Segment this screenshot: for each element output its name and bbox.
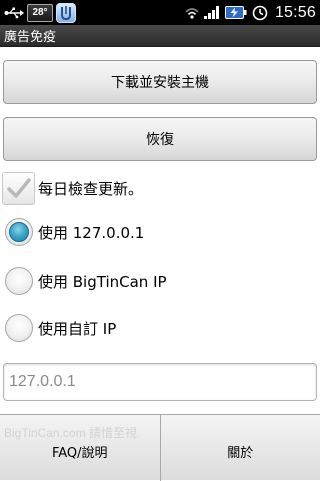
radio-option-custom-ip[interactable]: 使用自訂 IP [5,313,116,343]
status-bar-notifications: 28° [0,0,76,25]
about-button[interactable]: 關於 [161,415,320,481]
radio-button-bigtincan[interactable] [5,267,33,295]
custom-ip-input[interactable]: 127.0.0.1 [3,363,317,401]
battery-charging-icon [225,6,247,19]
daily-update-checkbox[interactable] [2,172,35,205]
app-title: 廣告免疫 [4,26,56,45]
restore-button[interactable]: 恢復 [3,117,317,161]
daily-update-checkbox-row[interactable]: 每日檢查更新。 [2,171,143,205]
radio-label-bigtincan: 使用 BigTinCan IP [38,271,167,292]
radio-label-custom-ip: 使用自訂 IP [38,318,116,339]
alarm-clock-icon [252,5,268,21]
wifi-icon [185,7,199,19]
app-notification-icon [56,3,76,23]
status-bar: 28° [0,0,320,25]
radio-option-bigtincan[interactable]: 使用 BigTinCan IP [5,266,167,296]
radio-option-localhost[interactable]: 使用 127.0.0.1 [5,217,144,247]
status-bar-clock: 15:56 [275,4,316,22]
download-install-hosts-button[interactable]: 下載並安裝主機 [3,60,317,104]
radio-selected-dot [9,222,29,242]
main-content: 下載並安裝主機 恢復 每日檢查更新。 使用 127.0.0.1 使用 BigTi… [0,47,320,414]
weather-icon: 28° [27,4,53,22]
faq-help-button[interactable]: FAQ/說明 [0,415,161,481]
radio-button-localhost[interactable] [5,218,33,246]
status-bar-system: 15:56 [185,0,320,25]
usb-icon [4,7,24,19]
daily-update-label: 每日檢查更新。 [38,178,143,199]
radio-button-custom-ip[interactable] [5,314,33,342]
signal-icon [204,6,220,19]
radio-label-localhost: 使用 127.0.0.1 [38,222,144,243]
checkmark-icon [7,177,31,199]
title-bar: 廣告免疫 [0,25,320,47]
bottom-action-bar: FAQ/說明 關於 [0,414,320,480]
